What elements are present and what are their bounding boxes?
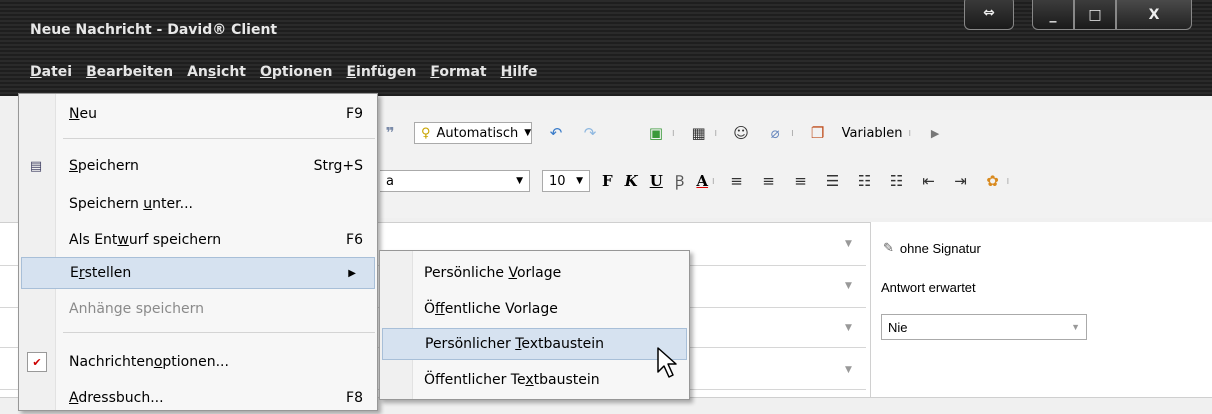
menu-optionen[interactable]: Optionen xyxy=(260,64,332,80)
bold-button[interactable]: F xyxy=(602,172,613,190)
signature-icon: ✎ xyxy=(883,240,894,255)
side-panel: ✎ ohne Signatur Antwort erwartet Nie ▼ xyxy=(870,222,1212,397)
outdent-icon[interactable]: ⇤ xyxy=(919,171,939,191)
close-button[interactable]: X xyxy=(1116,0,1192,30)
mouse-cursor-icon xyxy=(657,347,677,378)
smiley-icon[interactable]: ☺ xyxy=(731,123,751,143)
submenu-item-oeffentliche-vorlage[interactable]: Öffentliche Vorlage xyxy=(380,293,689,325)
strikethrough-button[interactable]: Ꞵ xyxy=(675,171,685,191)
toolbar-row-2: a ▼ 10 ▼ F K U Ꞵ A ⁝ ≡ ≡ ≡ ☰ ☷ ☷ ⇤ ⇥ ✿ ⁝ xyxy=(380,170,1009,192)
variables-icon[interactable]: ❐ xyxy=(808,123,828,143)
toolbar: ❞ ♀ Automatisch ▼ ↶ ↷ ▣ ⁝ ▦ ⁝ ☺ ⌀ ⁝ ❐ Varia… xyxy=(380,110,1212,218)
chevron-down-icon[interactable]: ▼ xyxy=(845,281,852,291)
erstellen-submenu: Persönliche Vorlage Öffentliche Vorlage … xyxy=(379,250,690,400)
menu-einfuegen[interactable]: Einfügen xyxy=(346,64,416,80)
chevron-down-icon[interactable]: ▼ xyxy=(845,365,852,375)
align-justify-icon[interactable]: ☰ xyxy=(823,171,843,191)
dropdown-dots-icon[interactable]: ⁝ xyxy=(712,177,715,186)
save-icon: ▤ xyxy=(29,158,43,174)
dropdown-dots-icon[interactable]: ⁝ xyxy=(672,129,675,138)
align-right-icon[interactable]: ≡ xyxy=(791,171,811,191)
title-bar: Neue Nachricht - David® Client ⇔ _ □ X D… xyxy=(0,0,1212,96)
menu-item-speichern[interactable]: ▤ Speichern Strg+S xyxy=(19,150,377,182)
chevron-down-icon: ▼ xyxy=(524,128,532,138)
file-menu: Neu F9 ▤ Speichern Strg+S Speichern unte… xyxy=(18,93,378,411)
dropdown-dots-icon[interactable]: ⁝ xyxy=(1007,177,1010,186)
reply-expected-dropdown[interactable]: Nie ▼ xyxy=(881,314,1087,340)
variables-button[interactable]: Variablen xyxy=(842,126,903,141)
redo-icon[interactable]: ↷ xyxy=(580,123,600,143)
window-controls: ⇔ _ □ X xyxy=(964,0,1192,30)
priority-dropdown[interactable]: ♀ Automatisch ▼ xyxy=(414,122,532,144)
menu-hilfe[interactable]: Hilfe xyxy=(501,64,538,80)
submenu-item-oeffentlicher-textbaustein[interactable]: Öffentlicher Textbaustein xyxy=(380,364,689,396)
font-size-value: 10 xyxy=(549,173,566,189)
attachment-icon[interactable]: ⌀ xyxy=(765,123,785,143)
shortcut-label: F8 xyxy=(346,390,363,406)
menu-bar: Datei Bearbeiten Ansicht Optionen Einfüg… xyxy=(30,64,538,80)
checkmark-icon: ✔ xyxy=(27,352,47,372)
priority-value: Automatisch xyxy=(436,125,519,141)
undo-icon[interactable]: ↶ xyxy=(546,123,566,143)
signature-selector[interactable]: ✎ ohne Signatur xyxy=(883,240,981,256)
window-button-group: _ □ X xyxy=(1032,0,1192,30)
indent-icon[interactable]: ⇥ xyxy=(951,171,971,191)
toolbar-row-1: ❞ ♀ Automatisch ▼ ↶ ↷ ▣ ⁝ ▦ ⁝ ☺ ⌀ ⁝ ❐ Varia… xyxy=(380,122,945,144)
font-dropdown[interactable]: a ▼ xyxy=(380,170,530,192)
shortcut-label: F9 xyxy=(346,106,363,122)
signature-label: ohne Signatur xyxy=(899,240,981,256)
font-size-dropdown[interactable]: 10 ▼ xyxy=(542,170,590,192)
menu-ansicht[interactable]: Ansicht xyxy=(187,64,246,80)
numbered-list-icon[interactable]: ☷ xyxy=(855,171,875,191)
more-arrow-icon[interactable]: ▶ xyxy=(925,123,945,143)
bulb-icon: ♀ xyxy=(421,125,431,141)
align-center-icon[interactable]: ≡ xyxy=(759,171,779,191)
reply-expected-value: Nie xyxy=(888,319,908,335)
chevron-down-icon: ▼ xyxy=(1071,322,1080,332)
dropdown-dots-icon[interactable]: ⁝ xyxy=(791,129,794,138)
italic-button[interactable]: K xyxy=(625,172,638,190)
menu-item-nachrichtenoptionen[interactable]: ✔ Nachrichtenoptionen... xyxy=(19,346,377,378)
dropdown-dots-icon[interactable]: ⁝ xyxy=(909,129,912,138)
bullet-list-icon[interactable]: ☷ xyxy=(887,171,907,191)
table-icon[interactable]: ▦ xyxy=(689,123,709,143)
shortcut-label: F6 xyxy=(346,232,363,248)
submenu-item-persoenlicher-textbaustein[interactable]: Persönlicher Textbaustein xyxy=(382,328,687,360)
palette-icon[interactable]: ✿ xyxy=(983,171,1003,191)
minimize-button[interactable]: _ xyxy=(1032,0,1074,30)
menu-item-anhaenge-speichern: Anhänge speichern xyxy=(69,301,204,317)
menu-separator xyxy=(63,332,375,333)
reply-expected-label: Antwort erwartet xyxy=(881,280,976,295)
menu-datei[interactable]: Datei xyxy=(30,64,72,80)
font-color-button[interactable]: A xyxy=(696,172,708,190)
underline-button[interactable]: U xyxy=(650,172,663,190)
new-document-icon[interactable]: ▣ xyxy=(646,123,666,143)
menu-item-erstellen[interactable]: Erstellen ▶ xyxy=(21,257,375,289)
chevron-down-icon[interactable]: ▼ xyxy=(845,323,852,333)
quote-icon[interactable]: ❞ xyxy=(380,123,400,143)
menu-item-adressbuch[interactable]: Adressbuch... F8 xyxy=(19,382,377,414)
font-value: a xyxy=(386,173,394,189)
resize-button[interactable]: ⇔ xyxy=(964,0,1014,30)
menu-item-neu[interactable]: Neu F9 xyxy=(19,98,377,130)
chevron-down-icon: ▼ xyxy=(576,176,583,186)
submenu-item-persoenliche-vorlage[interactable]: Persönliche Vorlage xyxy=(380,257,689,289)
shortcut-label: Strg+S xyxy=(313,158,363,174)
chevron-down-icon: ▼ xyxy=(516,176,523,186)
align-left-icon[interactable]: ≡ xyxy=(727,171,747,191)
window-title: Neue Nachricht - David® Client xyxy=(30,22,278,38)
menu-item-entwurf-speichern[interactable]: Als Entwurf speichern F6 xyxy=(19,224,377,256)
menu-item-speichern-unter[interactable]: Speichern unter... xyxy=(19,188,377,220)
maximize-button[interactable]: □ xyxy=(1074,0,1116,30)
dropdown-dots-icon[interactable]: ⁝ xyxy=(715,129,718,138)
submenu-arrow-icon: ▶ xyxy=(348,267,356,279)
menu-separator xyxy=(63,138,375,139)
chevron-down-icon[interactable]: ▼ xyxy=(845,239,852,249)
menu-format[interactable]: Format xyxy=(430,64,486,80)
menu-bearbeiten[interactable]: Bearbeiten xyxy=(86,64,173,80)
